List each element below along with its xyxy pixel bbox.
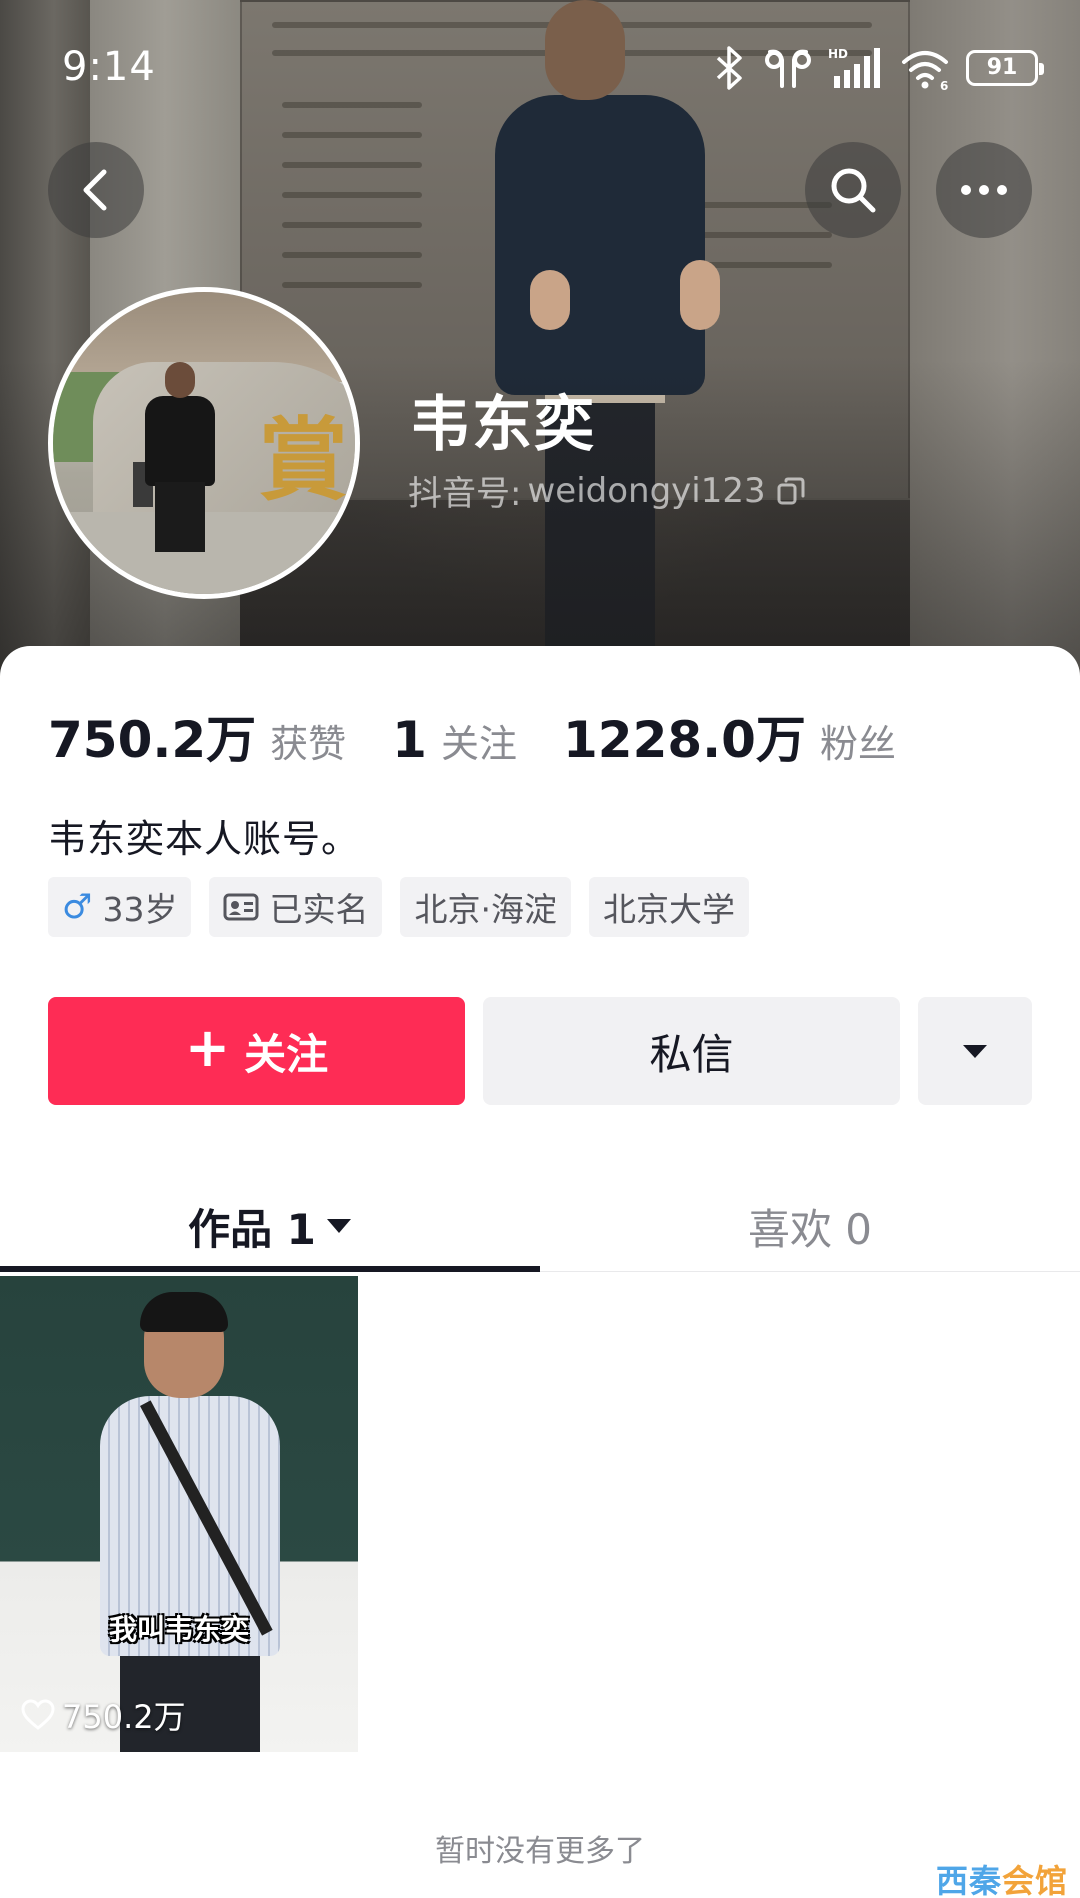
video-likes-count: 750.2万 [62,1698,186,1736]
following-label: 关注 [440,722,517,766]
age-text: 33岁 [102,890,178,929]
tab-works[interactable]: 作品 1 [0,1180,540,1272]
verified-tag[interactable]: 已实名 [209,877,383,937]
profile-stats: 750.2万 获赞 1 关注 1228.0万 粉丝 [48,700,942,770]
caret-down-icon [326,1219,351,1233]
male-icon: ♂ [62,887,93,927]
likes-label: 获赞 [270,722,347,766]
hd-signal-icon: HD [828,47,880,88]
cover-person-hand-left [530,270,570,330]
tab-likes[interactable]: 喜欢 0 [540,1180,1080,1272]
video-likes: 750.2万 [20,1692,186,1738]
bluetooth-icon [716,46,742,90]
more-dots-icon [961,185,1007,195]
douyin-id[interactable]: 抖音号: weidongyi123 [408,466,806,515]
svg-text:6: 6 [940,79,948,90]
follow-button[interactable]: + 关注 [48,997,465,1105]
location-text: 北京·海淀 [414,890,557,929]
watermark: 西秦会馆 [936,1856,1068,1898]
recommend-dropdown-button[interactable] [918,997,1032,1105]
watermark-part1: 西秦 [935,1862,1002,1898]
followers-label: 粉丝 [819,722,896,766]
message-label: 私信 [649,1029,734,1079]
search-icon [831,168,876,213]
school-tag[interactable]: 北京大学 [588,877,749,937]
back-button[interactable] [48,142,144,238]
svg-text:HD: HD [828,47,848,61]
video-thumbnail[interactable]: 我叫韦东奕 750.2万 [0,1276,358,1752]
age-tag: ♂ 33岁 [48,877,192,937]
watermark-part2: 会馆 [1001,1862,1068,1898]
profile-actions: + 关注 私信 [48,997,1032,1105]
status-time: 9:14 [62,44,156,90]
profile-bio: 韦东奕本人账号。 [48,817,361,861]
search-button[interactable] [805,142,901,238]
caret-down-icon [963,1045,987,1058]
no-more-content-text: 暂时没有更多了 [435,1834,645,1869]
cover-person-body [495,95,705,395]
battery-icon: 91 [966,50,1044,86]
cover-person-hand-right [680,260,720,330]
status-icons: HD 6 91 [712,46,1044,90]
douyin-id-label: 抖音号: [408,474,522,514]
location-tag: 北京·海淀 [400,877,571,937]
follow-label: 关注 [244,1029,329,1079]
avatar-rock-carving: 賞 [258,407,348,513]
chevron-left-icon [83,169,107,211]
tab-works-label: 作品 1 [188,1204,316,1254]
tab-likes-label: 喜欢 0 [747,1204,873,1254]
active-tab-indicator [0,1266,540,1272]
display-name: 韦东奕 [410,390,596,460]
id-card-icon [223,893,259,921]
followers-count[interactable]: 1228.0万 [563,700,806,772]
copy-icon[interactable] [776,476,806,506]
content-tabs: 作品 1 喜欢 0 [0,1180,1080,1272]
earbuds-icon [765,49,811,88]
following-count[interactable]: 1 [392,711,427,769]
message-button[interactable]: 私信 [483,997,900,1105]
video-caption: 我叫韦东奕 [108,1613,249,1646]
plus-icon: + [184,1016,231,1079]
verified-text: 已实名 [269,890,369,929]
school-text: 北京大学 [602,890,735,929]
heart-icon [21,1699,55,1730]
avatar[interactable]: 賞 [48,287,360,599]
profile-tags: ♂ 33岁 已实名 北京·海淀 北京大学 [48,877,749,937]
more-button[interactable] [936,142,1032,238]
wifi-icon: 6 [902,51,948,90]
douyin-id-value: weidongyi123 [527,470,766,511]
cover-person-head [545,0,625,100]
likes-count[interactable]: 750.2万 [48,700,256,772]
